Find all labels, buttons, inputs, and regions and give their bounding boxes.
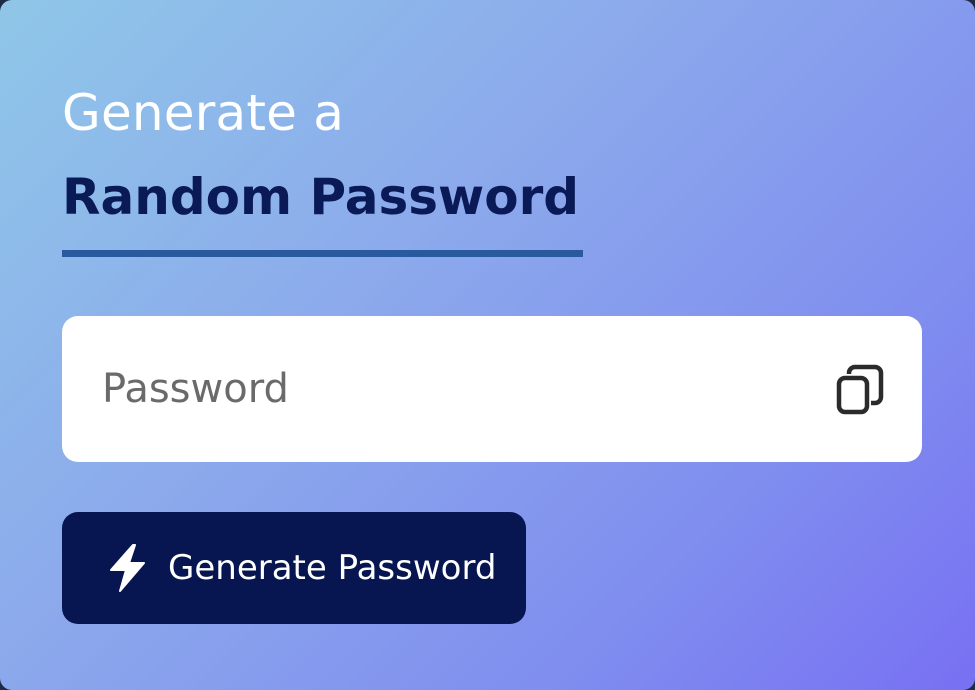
title-underline bbox=[62, 250, 583, 257]
copy-icon bbox=[836, 364, 884, 415]
lightning-bolt-icon bbox=[110, 544, 145, 592]
title-line-2: Random Password bbox=[62, 168, 580, 226]
generate-password-label: Generate Password bbox=[168, 548, 497, 588]
generate-password-button[interactable]: Generate Password bbox=[62, 512, 526, 624]
password-generator-card: Generate a Random Password Generate Pass… bbox=[0, 0, 975, 690]
title-line-1: Generate a bbox=[62, 84, 345, 142]
copy-button[interactable] bbox=[832, 362, 888, 418]
password-field-container bbox=[62, 316, 922, 462]
password-input[interactable] bbox=[102, 350, 802, 428]
